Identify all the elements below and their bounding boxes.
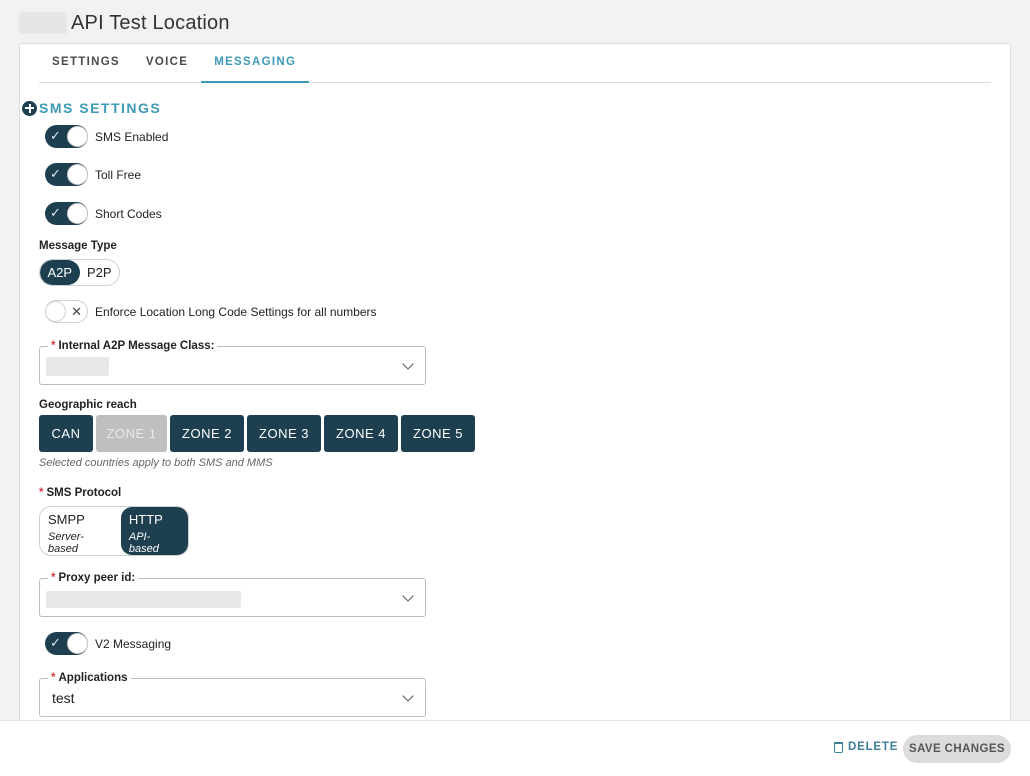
- short-codes-row: ✓ Short Codes: [45, 202, 162, 225]
- sms-protocol-label: SMS Protocol: [46, 487, 122, 499]
- sms-enabled-row: ✓ SMS Enabled: [45, 125, 168, 148]
- v2-messaging-toggle[interactable]: ✓: [45, 632, 88, 655]
- tab-messaging[interactable]: MESSAGING: [201, 44, 310, 83]
- required-marker: *: [51, 572, 56, 584]
- expand-plus-icon[interactable]: [22, 100, 37, 116]
- toggle-knob: [67, 203, 88, 224]
- required-marker: *: [51, 340, 56, 352]
- zone-4-button[interactable]: ZONE 4: [324, 415, 398, 452]
- zone-3-button[interactable]: ZONE 3: [247, 415, 321, 452]
- zone-can-button[interactable]: CAN: [39, 415, 93, 452]
- chevron-down-icon: [402, 358, 414, 370]
- sms-settings-header[interactable]: SMS SETTINGS: [22, 100, 161, 116]
- section-title: SMS SETTINGS: [39, 100, 162, 116]
- a2p-message-class-select[interactable]: * Internal A2P Message Class:: [39, 339, 426, 385]
- tab-bar: SETTINGS VOICE MESSAGING: [39, 44, 991, 83]
- page-header: API Test Location: [19, 10, 230, 36]
- redacted-value: [46, 357, 109, 376]
- short-codes-toggle[interactable]: ✓: [45, 202, 88, 225]
- toll-free-toggle[interactable]: ✓: [45, 163, 88, 186]
- applications-value: test: [52, 690, 75, 706]
- required-marker: *: [39, 487, 44, 499]
- message-type-label: Message Type: [39, 240, 117, 252]
- x-icon: ✕: [71, 304, 82, 319]
- tab-voice[interactable]: VOICE: [133, 44, 201, 83]
- sms-enabled-label: SMS Enabled: [95, 129, 169, 144]
- message-type-p2p[interactable]: P2P: [80, 260, 120, 285]
- required-marker: *: [51, 672, 56, 684]
- protocol-smpp-option[interactable]: SMPP Server-based: [40, 507, 121, 555]
- protocol-http-option[interactable]: HTTP API-based: [120, 507, 188, 555]
- check-icon: ✓: [50, 166, 61, 181]
- redacted-value: [46, 591, 241, 608]
- toll-free-label: Toll Free: [95, 167, 142, 182]
- protocol-smpp-sub: Server-based: [48, 531, 84, 555]
- toggle-knob: [67, 126, 88, 147]
- geo-reach-label: Geographic reach: [39, 399, 137, 411]
- toggle-knob: [45, 301, 66, 322]
- geo-hint: Selected countries apply to both SMS and…: [39, 457, 273, 469]
- check-icon: ✓: [50, 128, 61, 143]
- zone-1-button[interactable]: ZONE 1: [96, 415, 167, 452]
- protocol-smpp-name: SMPP: [48, 512, 85, 527]
- zone-2-button[interactable]: ZONE 2: [170, 415, 244, 452]
- message-type-a2p[interactable]: A2P: [40, 260, 80, 285]
- short-codes-label: Short Codes: [95, 206, 162, 221]
- sms-enabled-toggle[interactable]: ✓: [45, 125, 88, 148]
- zone-5-button[interactable]: ZONE 5: [401, 415, 475, 452]
- delete-label: DELETE: [848, 741, 899, 753]
- chevron-down-icon: [402, 590, 414, 602]
- proxy-label: Proxy peer id:: [58, 572, 136, 584]
- redacted-title-prefix: [19, 12, 67, 34]
- applications-select[interactable]: * Applications test: [39, 671, 426, 717]
- toggle-knob: [67, 164, 88, 185]
- toggle-knob: [67, 633, 88, 654]
- sms-protocol-label-row: * SMS Protocol: [39, 487, 121, 499]
- protocol-http-sub: API-based: [128, 531, 159, 555]
- v2-messaging-label: V2 Messaging: [95, 636, 172, 651]
- a2p-class-label: Internal A2P Message Class:: [58, 340, 215, 352]
- protocol-http-name: HTTP: [128, 512, 163, 527]
- footer-bar: DELETE SAVE CHANGES: [0, 720, 1030, 776]
- geo-zone-buttons: CAN ZONE 1 ZONE 2 ZONE 3 ZONE 4 ZONE 5: [39, 415, 475, 452]
- page-title: API Test Location: [71, 11, 230, 34]
- check-icon: ✓: [50, 635, 61, 650]
- enforce-label: Enforce Location Long Code Settings for …: [95, 304, 377, 319]
- proxy-peer-select[interactable]: * Proxy peer id:: [39, 571, 426, 617]
- save-changes-button[interactable]: SAVE CHANGES: [903, 735, 1011, 763]
- trash-icon: [834, 741, 843, 753]
- sms-protocol-selector: SMPP Server-based HTTP API-based: [39, 506, 189, 556]
- tab-settings[interactable]: SETTINGS: [39, 44, 133, 83]
- enforce-row: ✕ Enforce Location Long Code Settings fo…: [45, 300, 377, 323]
- chevron-down-icon: [402, 690, 414, 702]
- proxy-floating-label: * Proxy peer id:: [48, 571, 139, 585]
- a2p-class-floating-label: * Internal A2P Message Class:: [48, 339, 218, 353]
- check-icon: ✓: [50, 205, 61, 220]
- enforce-toggle[interactable]: ✕: [45, 300, 88, 323]
- applications-label: Applications: [58, 672, 128, 684]
- message-type-selector: A2P P2P: [39, 259, 120, 286]
- toll-free-row: ✓ Toll Free: [45, 163, 141, 186]
- delete-button[interactable]: DELETE: [834, 741, 898, 753]
- v2-messaging-row: ✓ V2 Messaging: [45, 632, 171, 655]
- applications-floating-label: * Applications: [48, 671, 131, 685]
